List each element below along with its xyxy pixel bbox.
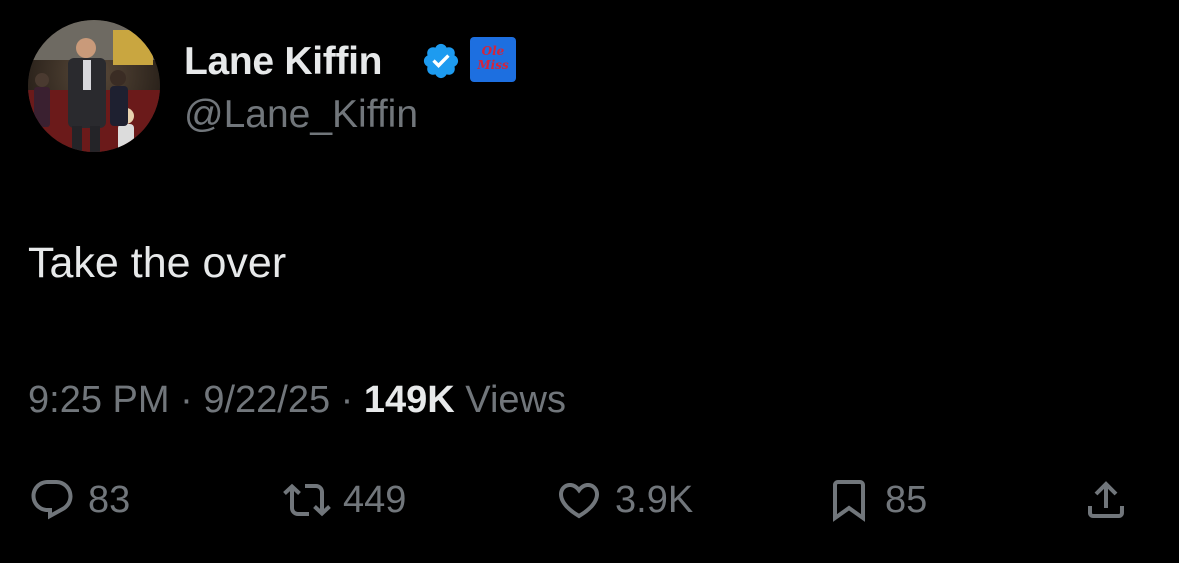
meta-separator: · [340,379,354,421]
meta-separator: · [180,379,193,421]
reply-icon [31,480,73,520]
bookmark-count: 85 [885,479,928,521]
tweet-time[interactable]: 9:25 PM [28,379,170,421]
like-button[interactable]: 3.9K [555,472,693,528]
bookmark-icon [833,480,865,522]
affiliate-badge-text: Ole Miss [477,44,509,72]
share-icon [1088,481,1124,518]
tweet-text: Take the over [28,239,287,287]
avatar[interactable] [28,20,160,152]
retweet-icon [283,483,331,517]
views-count[interactable]: 149K [364,379,455,421]
reply-count: 83 [88,479,131,521]
share-button[interactable] [1082,472,1130,528]
author-name[interactable]: Lane Kiffin [184,38,383,86]
heart-icon [558,483,600,519]
affiliate-badge[interactable]: Ole Miss [470,37,516,82]
reply-button[interactable]: 83 [28,472,130,528]
tweet: Lane Kiffin Ole Miss @Lane_Kiffin Take t… [0,0,1179,563]
retweet-button[interactable]: 449 [283,472,406,528]
verified-badge-icon[interactable] [421,41,461,81]
tweet-date[interactable]: 9/22/25 [203,379,330,421]
like-count: 3.9K [615,479,694,521]
author-handle[interactable]: @Lane_Kiffin [184,91,418,139]
tweet-meta: 9:25 PM · 9/22/25 · 149K Views [28,376,566,424]
retweet-count: 449 [343,479,407,521]
views-label[interactable]: Views [465,379,566,421]
bookmark-button[interactable]: 85 [825,472,927,528]
